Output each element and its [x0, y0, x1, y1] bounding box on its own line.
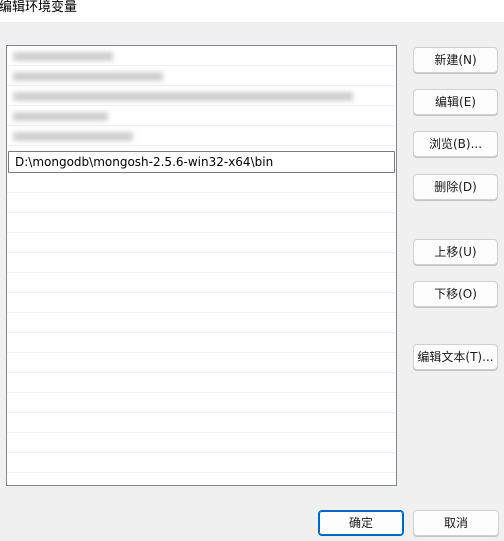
move-down-button[interactable]: 下移(O)	[413, 281, 498, 307]
empty-row[interactable]	[7, 253, 396, 273]
empty-row[interactable]	[7, 413, 396, 433]
cancel-button[interactable]: 取消	[413, 510, 499, 536]
redacted-text	[13, 132, 133, 141]
empty-row[interactable]	[7, 393, 396, 413]
list-item[interactable]	[7, 86, 396, 106]
path-entries-list[interactable]: D:\mongodb\mongosh-2.5.6-win32-x64\bin	[6, 45, 397, 486]
ok-button[interactable]: 确定	[318, 510, 404, 536]
title-bar[interactable]: 编辑环境变量	[0, 0, 504, 22]
empty-row[interactable]	[7, 373, 396, 393]
empty-row[interactable]	[7, 313, 396, 333]
empty-row[interactable]	[7, 433, 396, 453]
edit-env-variable-dialog: 编辑环境变量 D:\mongodb\mongosh-2.5.6-win32-x6…	[0, 0, 504, 541]
empty-row[interactable]	[7, 453, 396, 473]
empty-row[interactable]	[7, 213, 396, 233]
list-item[interactable]	[7, 66, 396, 86]
empty-row[interactable]	[7, 173, 396, 193]
browse-button[interactable]: 浏览(B)...	[413, 131, 498, 157]
empty-row[interactable]	[7, 333, 396, 353]
empty-row[interactable]	[7, 233, 396, 253]
list-item[interactable]	[7, 106, 396, 126]
empty-row[interactable]	[7, 273, 396, 293]
redacted-text	[13, 92, 353, 101]
path-entry-text[interactable]: D:\mongodb\mongosh-2.5.6-win32-x64\bin	[15, 154, 273, 170]
new-button[interactable]: 新建(N)	[413, 47, 498, 73]
redacted-text	[13, 72, 163, 81]
list-item[interactable]	[7, 46, 396, 66]
move-up-button[interactable]: 上移(U)	[413, 239, 498, 265]
delete-button[interactable]: 删除(D)	[413, 174, 498, 200]
list-item[interactable]	[7, 126, 396, 146]
empty-row[interactable]	[7, 293, 396, 313]
empty-row[interactable]	[7, 353, 396, 373]
window-title: 编辑环境变量	[0, 0, 78, 15]
redacted-text	[13, 52, 113, 61]
redacted-text	[13, 112, 108, 121]
edit-button[interactable]: 编辑(E)	[413, 89, 498, 115]
edit-text-button[interactable]: 编辑文本(T)...	[413, 344, 498, 370]
list-item-selected[interactable]: D:\mongodb\mongosh-2.5.6-win32-x64\bin	[8, 151, 395, 173]
empty-row[interactable]	[7, 193, 396, 213]
